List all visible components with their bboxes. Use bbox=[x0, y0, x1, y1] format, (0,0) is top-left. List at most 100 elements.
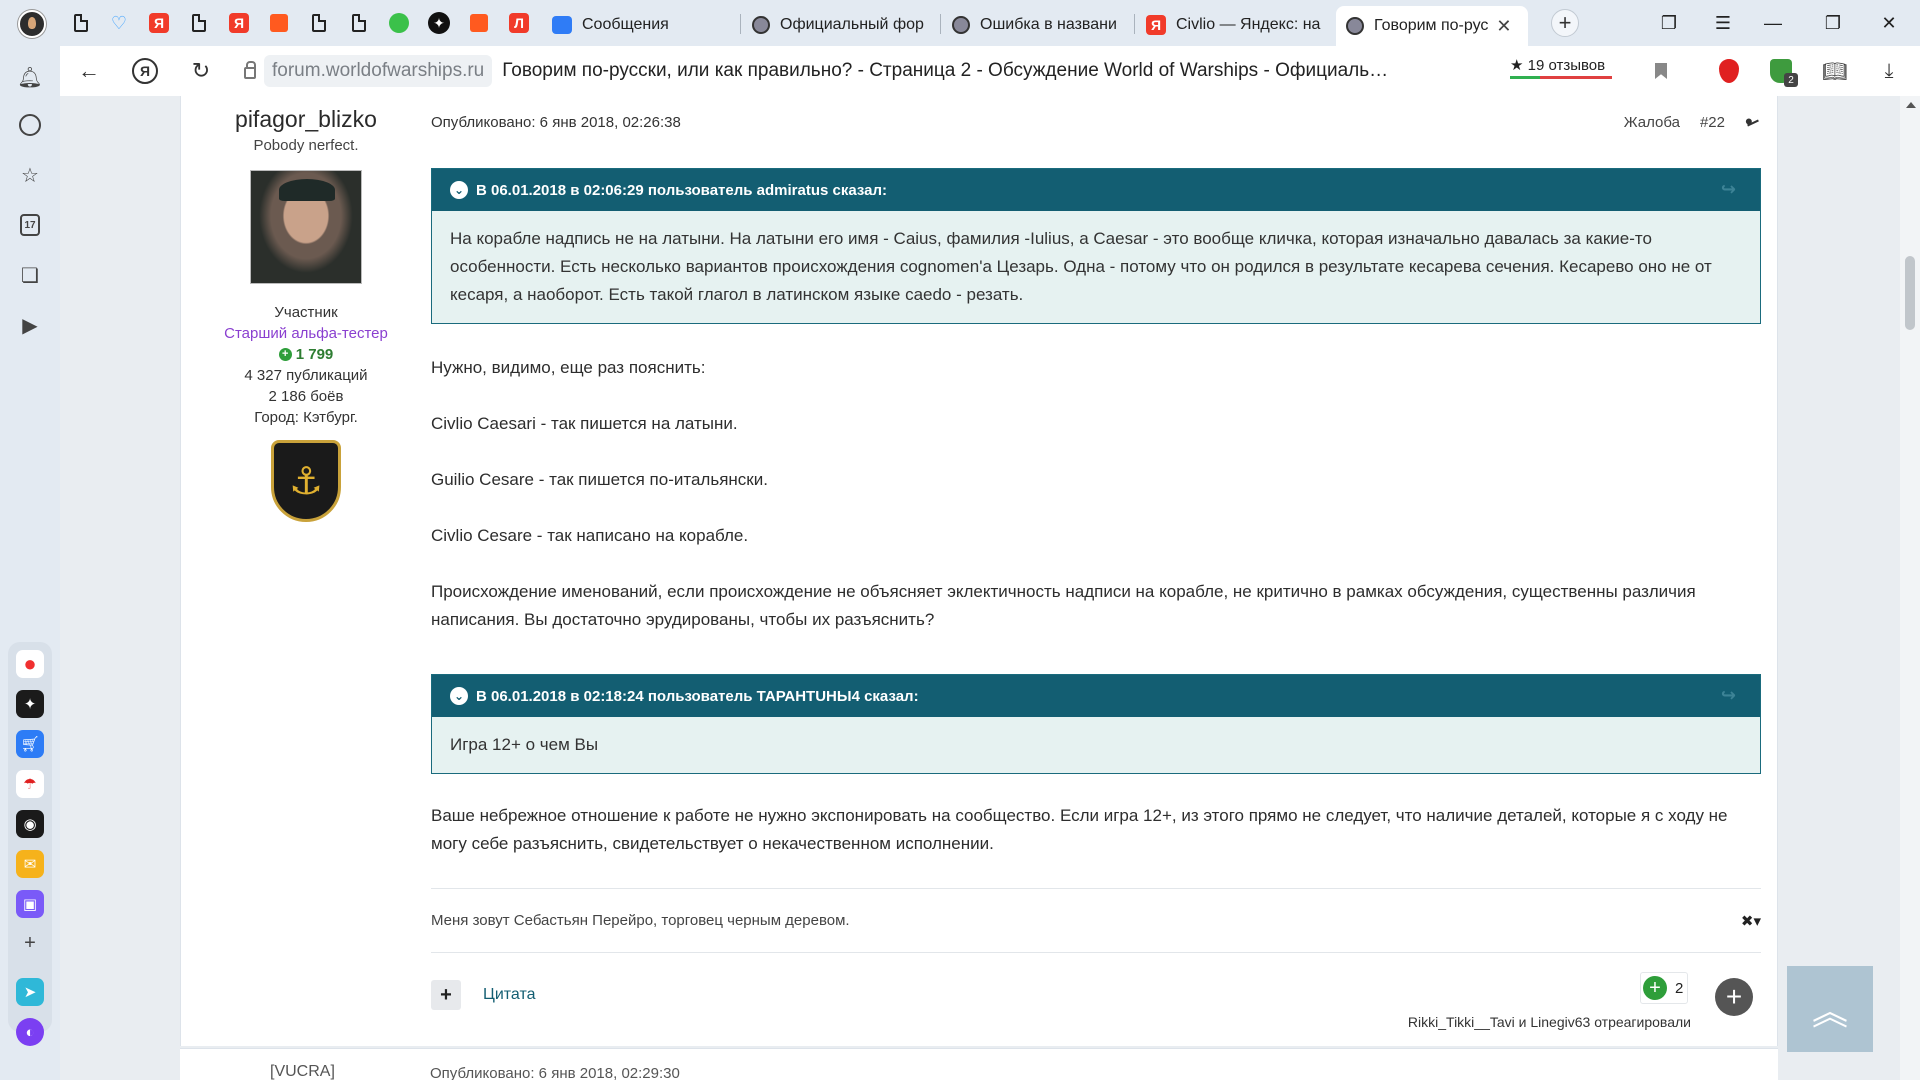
green-circle-icon[interactable] bbox=[388, 12, 410, 34]
reviews-badge[interactable]: ★ 19 отзывов bbox=[1510, 56, 1612, 79]
close-window-icon[interactable]: ✕ bbox=[1874, 10, 1904, 36]
author-name[interactable]: pifagor_blizko bbox=[181, 106, 431, 133]
send-icon[interactable]: ➤ bbox=[16, 978, 44, 1006]
bookmark-icon[interactable] bbox=[1648, 58, 1674, 84]
chevron-down-icon[interactable]: ⌄ bbox=[450, 687, 468, 705]
page-icon[interactable] bbox=[188, 12, 210, 34]
quote-source-arrow-icon[interactable]: ↪ bbox=[1721, 685, 1736, 706]
restore-icon[interactable]: ❐ bbox=[1818, 10, 1848, 36]
orange-square-icon[interactable] bbox=[268, 12, 290, 34]
quote-header[interactable]: ⌄ В 06.01.2018 в 02:18:24 пользователь Т… bbox=[432, 675, 1760, 717]
market-icon[interactable]: 🛒︎ bbox=[16, 730, 44, 758]
camera-icon[interactable]: ◉ bbox=[16, 810, 44, 838]
yandex-icon[interactable]: Я bbox=[148, 12, 170, 34]
tab-label: Civlio — Яндекс: на bbox=[1176, 16, 1321, 33]
yandex-icon[interactable]: Я bbox=[228, 12, 250, 34]
tab-yandex-search[interactable]: Я Civlio — Яндекс: на bbox=[1146, 6, 1322, 44]
page-icon[interactable] bbox=[70, 12, 92, 34]
lock-icon bbox=[244, 61, 256, 79]
sparkle-icon[interactable]: ✦ bbox=[428, 12, 450, 34]
yandex-home-icon[interactable]: Я bbox=[132, 58, 158, 84]
share-icon[interactable] bbox=[1745, 109, 1761, 135]
heart-icon[interactable]: ♡ bbox=[108, 12, 130, 34]
add-app-icon[interactable]: + bbox=[17, 930, 43, 956]
protect-extension-icon[interactable] bbox=[1768, 58, 1798, 87]
post-number-link[interactable]: #22 bbox=[1700, 114, 1725, 131]
collections-icon[interactable]: ❏ bbox=[17, 262, 43, 288]
tabs-overview-icon[interactable]: ❐ bbox=[1654, 10, 1684, 36]
avatar[interactable] bbox=[250, 170, 362, 284]
quote-header[interactable]: ⌄ В 06.01.2018 в 02:06:29 пользователь a… bbox=[432, 169, 1760, 211]
quote-source-arrow-icon[interactable]: ↪ bbox=[1721, 179, 1736, 200]
post-paragraph: Ваше небрежное отношение к работе не нуж… bbox=[431, 806, 1728, 853]
add-reaction-button[interactable]: + bbox=[1715, 978, 1753, 1016]
reaction-summary[interactable]: + 2 bbox=[1640, 972, 1688, 1004]
wows-icon bbox=[952, 16, 970, 34]
browser-profile-icon[interactable] bbox=[18, 10, 46, 38]
alice-assistant-icon[interactable]: ◐ bbox=[16, 1018, 44, 1046]
chevron-down-icon[interactable]: ⌄ bbox=[450, 181, 468, 199]
adblock-icon[interactable] bbox=[1716, 58, 1742, 84]
next-post-preview: [VUCRA] Опубликовано: 6 янв 2018, 02:29:… bbox=[180, 1048, 1778, 1080]
scroll-to-top-button[interactable]: ︽ bbox=[1787, 966, 1873, 1052]
bell-icon[interactable]: 🔔︎ bbox=[17, 64, 43, 90]
download-icon[interactable]: ⤓ bbox=[1876, 58, 1902, 84]
quote-button[interactable]: Цитата bbox=[483, 986, 536, 1004]
alice-icon[interactable]: ✦ bbox=[16, 690, 44, 718]
tab-label: Официальный фор bbox=[780, 16, 924, 33]
close-tab-icon[interactable]: ✕ bbox=[1496, 16, 1511, 37]
minimize-icon[interactable]: — bbox=[1758, 10, 1788, 36]
reaction-count: 2 bbox=[1675, 979, 1684, 997]
quote-header-text: В 06.01.2018 в 02:06:29 пользователь adm… bbox=[476, 181, 888, 199]
scroll-up-icon[interactable] bbox=[1906, 102, 1916, 108]
calendar-day: 17 bbox=[20, 214, 40, 236]
next-post-timestamp: Опубликовано: 6 янв 2018, 02:29:30 bbox=[430, 1065, 680, 1080]
scroll-thumb[interactable] bbox=[1905, 256, 1915, 330]
reader-icon[interactable]: 📖︎ bbox=[1822, 58, 1848, 84]
page-icon[interactable] bbox=[348, 12, 370, 34]
report-link[interactable]: Жалоба bbox=[1624, 114, 1680, 131]
author-city: Город: Кэтбург. bbox=[254, 409, 358, 426]
star-icon[interactable]: ☆ bbox=[17, 162, 43, 188]
play-icon[interactable]: ▶︎ bbox=[17, 312, 43, 338]
tab-error-name[interactable]: Ошибка в названи bbox=[952, 6, 1126, 44]
tab-label: Ошибка в названи bbox=[980, 16, 1117, 33]
author-tagline: Pobody nerfect. bbox=[253, 137, 359, 154]
url-field[interactable]: forum.worldofwarships.ru Говорим по-русс… bbox=[236, 54, 1566, 88]
messenger-app-icon[interactable]: ▣ bbox=[16, 890, 44, 918]
url-domain: forum.worldofwarships.ru bbox=[264, 55, 493, 87]
wows-icon bbox=[1346, 17, 1364, 35]
tab-official-forum[interactable]: Официальный фор bbox=[752, 6, 932, 44]
page-icon[interactable] bbox=[308, 12, 330, 34]
post-paragraph: Civlio Caesari - так пишется на латыни. bbox=[431, 414, 738, 433]
browser-sidebar: 🔔︎ ☆ 17 ❏ ▶︎ ● ✦ 🛒︎ ☂ ◉ ✉ ▣ + ➤ ◐ bbox=[0, 46, 60, 1080]
mail-icon[interactable]: ✉ bbox=[16, 850, 44, 878]
tab-active-forum[interactable]: Говорим по-рус ✕ bbox=[1336, 6, 1528, 46]
page-scrollbar[interactable] bbox=[1900, 96, 1920, 1080]
quote-block: ⌄ В 06.01.2018 в 02:06:29 пользователь a… bbox=[431, 168, 1761, 324]
multiquote-button[interactable]: + bbox=[431, 980, 461, 1010]
signature: Меня зовут Себастьян Перейро, торговец ч… bbox=[431, 912, 850, 929]
page-viewport: pifagor_blizko Pobody nerfect. Участник … bbox=[60, 96, 1900, 1080]
signature-toggle[interactable]: ✖▾ bbox=[1741, 912, 1761, 930]
reputation-value: 1 799 bbox=[295, 346, 334, 363]
calendar-icon[interactable]: 17 bbox=[17, 212, 43, 238]
new-tab-button[interactable]: + bbox=[1551, 9, 1579, 37]
url-page-title: Говорим по-русски, или как правильно? - … bbox=[502, 60, 1389, 81]
divider bbox=[431, 952, 1761, 953]
reacted-by[interactable]: Rikki_Tikki__Tavi и Linegiv63 отреагиров… bbox=[1408, 1014, 1691, 1030]
author-battles: 2 186 боёв bbox=[268, 388, 344, 405]
author-role: Участник bbox=[274, 304, 338, 321]
tab-messages[interactable]: Сообщения bbox=[552, 6, 732, 44]
back-icon[interactable]: ← bbox=[76, 58, 102, 84]
quote-text: На корабле надпись не на латыни. На латы… bbox=[432, 211, 1760, 323]
menu-icon[interactable]: ☰ bbox=[1708, 10, 1738, 36]
plus-icon: + bbox=[278, 348, 292, 361]
reload-icon[interactable]: ↻ bbox=[188, 58, 214, 84]
maps-icon[interactable]: ● bbox=[16, 650, 44, 678]
post-paragraph: Guilio Cesare - так пишется по-итальянск… bbox=[431, 470, 768, 489]
weather-icon[interactable]: ☂ bbox=[16, 770, 44, 798]
clock-icon[interactable] bbox=[17, 112, 43, 138]
orange-square-icon[interactable] bbox=[468, 12, 490, 34]
yandex-icon[interactable]: Л bbox=[508, 12, 530, 34]
